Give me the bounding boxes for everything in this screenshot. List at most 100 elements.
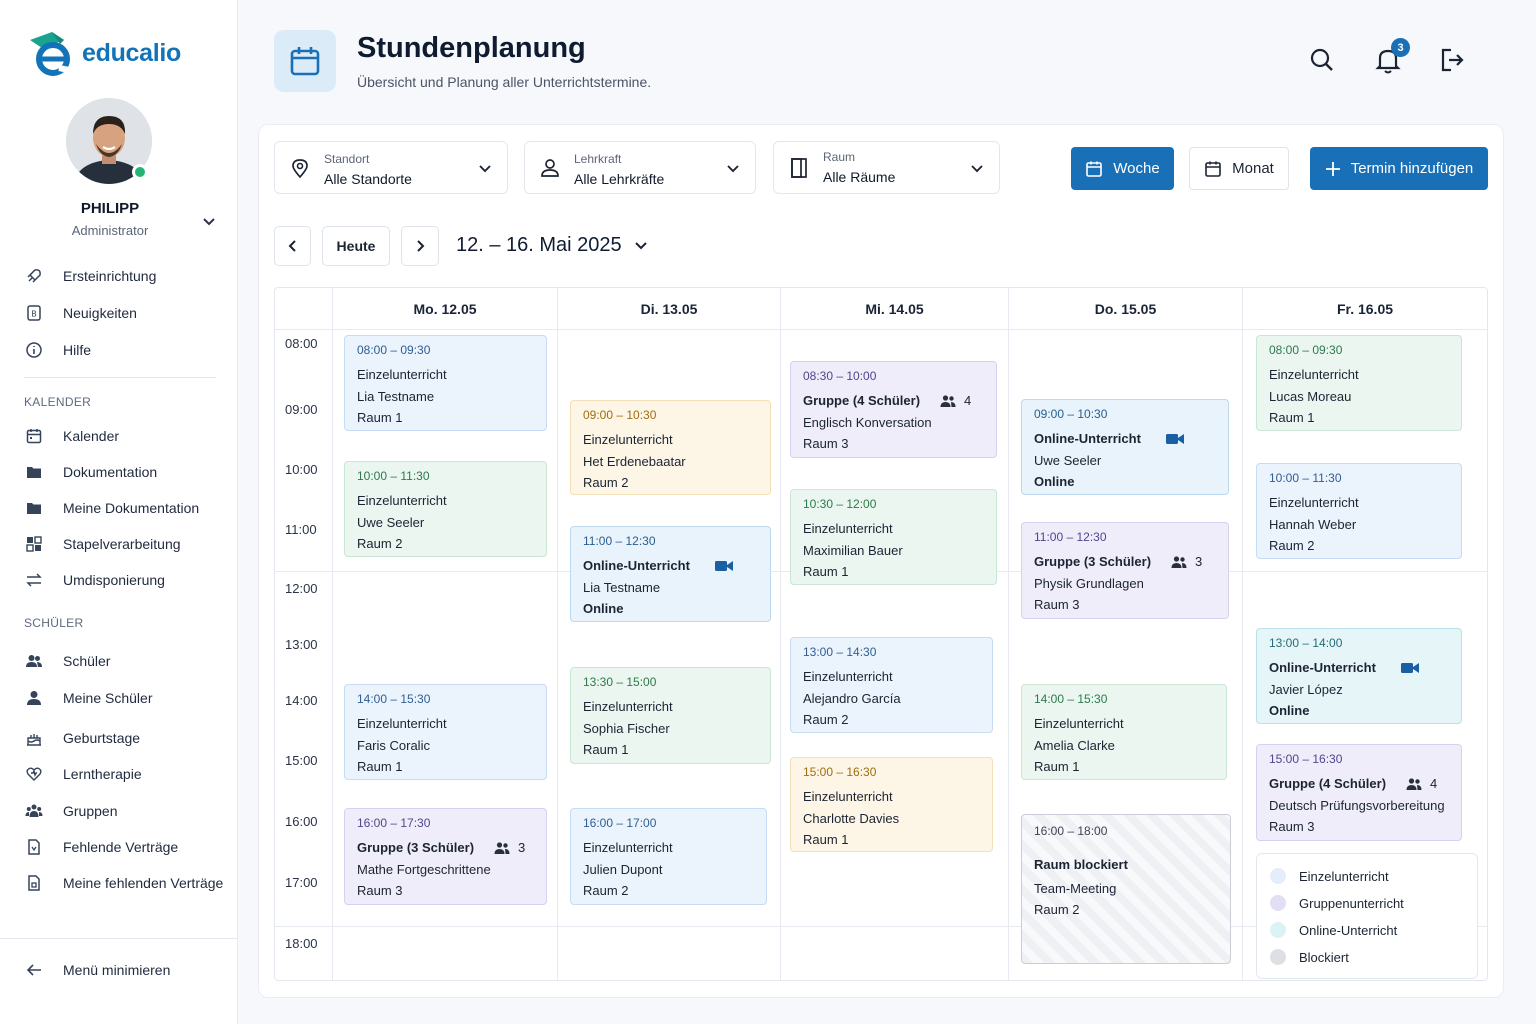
appointment-person: Lia Testname <box>357 388 435 404</box>
appointment-card[interactable]: 15:00 – 16:30 Einzelunterricht Charlotte… <box>790 757 993 852</box>
sidebar-item-label: Fehlende Verträge <box>63 839 179 855</box>
appointment-person: Amelia Clarke <box>1034 737 1115 753</box>
document-icon <box>24 837 44 857</box>
chevron-left-icon <box>288 240 296 252</box>
sidebar-item-label: Kalender <box>63 428 120 444</box>
appointment-time: 13:00 – 14:30 <box>803 645 877 659</box>
room-filter[interactable]: Raum Alle Räume <box>773 141 1000 194</box>
appointment-card[interactable]: 08:00 – 09:30 Einzelunterricht Lucas Mor… <box>1256 335 1462 431</box>
search-button[interactable] <box>1308 46 1336 74</box>
appointment-card[interactable]: 11:00 – 12:30 Gruppe (3 Schüler) 3 Physi… <box>1021 522 1229 619</box>
appointment-card[interactable]: 14:00 – 15:30 Einzelunterricht Faris Cor… <box>344 684 547 780</box>
appointment-card[interactable]: 15:00 – 16:30 Gruppe (4 Schüler) 4 Deuts… <box>1256 744 1462 841</box>
month-view-button[interactable]: Monat <box>1189 147 1289 190</box>
appointment-card[interactable]: 13:00 – 14:00 Online-Unterricht Javier L… <box>1256 628 1462 724</box>
appointment-type: Einzelunterricht <box>583 432 673 447</box>
appointment-time: 10:00 – 11:30 <box>1269 471 1342 485</box>
column-divider <box>332 288 333 980</box>
appointment-time: 13:30 – 15:00 <box>583 675 657 689</box>
today-button[interactable]: Heute <box>322 226 390 266</box>
sidebar-bottom-divider <box>0 938 238 939</box>
appointment-room: Raum 2 <box>583 883 629 898</box>
previous-week-button[interactable] <box>274 226 311 266</box>
appointment-type-row: Online-Unterricht <box>1269 657 1449 679</box>
logout-button[interactable] <box>1438 46 1466 74</box>
appointment-person: Sophia Fischer <box>583 720 670 736</box>
appointment-room: Raum 1 <box>357 759 403 774</box>
collapse-menu-button[interactable]: Menü minimieren <box>24 958 170 982</box>
appointment-card[interactable]: 13:30 – 15:00 Einzelunterricht Sophia Fi… <box>570 667 771 764</box>
legend-label: Online-Unterricht <box>1299 922 1398 938</box>
week-view-button[interactable]: Woche <box>1071 147 1174 190</box>
appointment-time: 11:00 – 12:30 <box>583 534 656 548</box>
appointment-type-row: Online-Unterricht <box>1034 428 1216 450</box>
filter-label: Lehrkraft <box>574 152 622 166</box>
participant-count: 3 <box>1171 551 1202 573</box>
appointment-card[interactable]: 08:30 – 10:00 Gruppe (4 Schüler) 4 Engli… <box>790 361 997 458</box>
legend-item: Blockiert <box>1270 949 1349 965</box>
appointment-time: 16:00 – 17:00 <box>583 816 657 830</box>
participant-count-value: 3 <box>518 840 526 855</box>
date-range-selector[interactable]: 12. – 16. Mai 2025 <box>456 234 648 257</box>
appointment-person: Lucas Moreau <box>1269 388 1352 404</box>
appointment-card[interactable]: 10:00 – 11:30 Einzelunterricht Hannah We… <box>1256 463 1462 559</box>
sidebar-item-meine-dokumentation[interactable]: Meine Dokumentation <box>24 496 199 520</box>
chevron-right-icon <box>417 240 425 252</box>
sidebar-item-kalender[interactable]: Kalender <box>24 424 119 448</box>
page-title: Stundenplanung <box>357 32 586 64</box>
sidebar-item-dokumentation[interactable]: Dokumentation <box>24 460 157 484</box>
blocked-slot-card[interactable]: 16:00 – 18:00 Raum blockiert Team-Meetin… <box>1021 814 1231 964</box>
sidebar-item-hilfe[interactable]: Hilfe <box>24 338 91 362</box>
appointment-card[interactable]: 14:00 – 15:30 Einzelunterricht Amelia Cl… <box>1021 684 1227 780</box>
sidebar-item-geburtstage[interactable]: Geburtstage <box>24 726 140 750</box>
sidebar-item-umdisponierung[interactable]: Umdisponierung <box>24 568 165 592</box>
appointment-type: Einzelunterricht <box>357 716 447 731</box>
appointment-type: Einzelunterricht <box>357 367 447 382</box>
app-logo[interactable]: educalio <box>24 28 181 78</box>
filter-label: Raum <box>823 150 856 164</box>
appointment-type: Einzelunterricht <box>803 789 893 804</box>
participant-count: 3 <box>494 837 525 859</box>
appointment-card[interactable]: 09:00 – 10:30 Einzelunterricht Het Erden… <box>570 400 771 495</box>
appointment-card[interactable]: 16:00 – 17:00 Einzelunterricht Julien Du… <box>570 808 767 905</box>
sidebar-item-meine-schueler[interactable]: Meine Schüler <box>24 686 153 710</box>
add-appointment-button[interactable]: Termin hinzufügen <box>1310 147 1488 190</box>
appointment-time: 16:00 – 18:00 <box>1034 824 1108 838</box>
time-label: 16:00 <box>285 814 318 829</box>
calendar-icon <box>24 426 44 446</box>
sidebar-item-ersteinrichtung[interactable]: Ersteinrichtung <box>24 264 156 288</box>
news-icon: B <box>24 303 44 323</box>
appointment-card[interactable]: 11:00 – 12:30 Online-Unterricht Lia Test… <box>570 526 771 622</box>
appointment-type: Online-Unterricht <box>583 558 690 573</box>
sidebar-item-lerntherapie[interactable]: Lerntherapie <box>24 762 142 786</box>
appointment-card[interactable]: 10:00 – 11:30 Einzelunterricht Uwe Seele… <box>344 461 547 557</box>
location-filter[interactable]: Standort Alle Standorte <box>274 141 508 194</box>
appointment-card[interactable]: 09:00 – 10:30 Online-Unterricht Uwe Seel… <box>1021 399 1229 495</box>
sidebar-item-schueler[interactable]: Schüler <box>24 649 110 673</box>
appointment-card[interactable]: 10:30 – 12:00 Einzelunterricht Maximilia… <box>790 489 997 585</box>
appointment-type: Einzelunterricht <box>357 493 447 508</box>
user-menu-chevron-icon[interactable] <box>200 212 218 230</box>
filter-label: Standort <box>324 152 370 166</box>
time-label: 14:00 <box>285 693 318 708</box>
appointment-time: 16:00 – 17:30 <box>357 816 431 830</box>
appointment-type: Gruppe (3 Schüler) <box>1034 554 1152 569</box>
appointment-room: Raum 2 <box>583 475 629 490</box>
collapse-menu-label: Menü minimieren <box>63 962 171 978</box>
time-label: 11:00 <box>285 522 317 537</box>
sidebar-item-gruppen[interactable]: Gruppen <box>24 799 117 823</box>
sidebar-item-neuigkeiten[interactable]: B Neuigkeiten <box>24 301 137 325</box>
appointment-room: Raum 3 <box>357 883 403 898</box>
teacher-filter[interactable]: Lehrkraft Alle Lehrkräfte <box>524 141 756 194</box>
appointment-card[interactable]: 08:00 – 09:30 Einzelunterricht Lia Testn… <box>344 335 547 431</box>
next-week-button[interactable] <box>401 226 439 266</box>
sidebar-item-stapelverarbeitung[interactable]: Stapelverarbeitung <box>24 532 181 556</box>
appointment-card[interactable]: 16:00 – 17:30 Gruppe (3 Schüler) 3 Mathe… <box>344 808 547 905</box>
time-label: 09:00 <box>285 402 318 417</box>
sidebar-item-meine-fehlende-vertraege[interactable]: Meine fehlenden Verträge <box>24 871 223 895</box>
calendar-icon <box>290 47 320 76</box>
legend: Einzelunterricht Gruppenunterricht Onlin… <box>1256 853 1478 979</box>
sidebar-item-fehlende-vertraege[interactable]: Fehlende Verträge <box>24 835 178 859</box>
appointment-card[interactable]: 13:00 – 14:30 Einzelunterricht Alejandro… <box>790 637 993 733</box>
filter-value: Alle Standorte <box>324 171 412 187</box>
